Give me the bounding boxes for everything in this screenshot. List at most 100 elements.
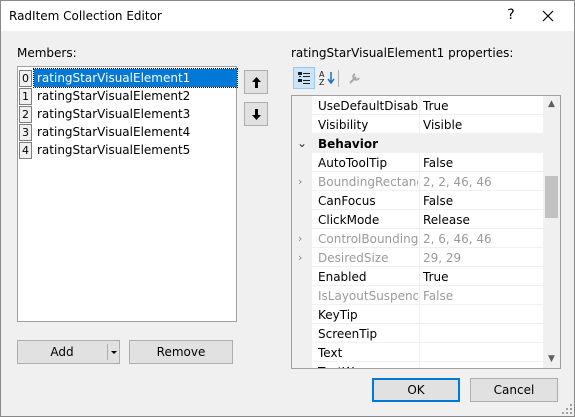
property-row[interactable]: AutoToolTip False <box>292 153 543 172</box>
property-name: ControlBoundingRectangle <box>318 232 418 246</box>
column-divider <box>419 96 420 115</box>
column-divider <box>419 343 420 362</box>
list-item[interactable]: 1 ratingStarVisualElement2 <box>18 87 236 105</box>
property-value[interactable]: Release <box>423 213 470 227</box>
property-row[interactable]: › DesiredSize 29, 29 <box>292 248 543 267</box>
alphabetical-button[interactable]: A Z <box>316 67 338 89</box>
row-gutter <box>292 343 312 362</box>
property-row[interactable]: › ControlBoundingRectangle 2, 6, 46, 46 <box>292 229 543 248</box>
property-name: AutoToolTip <box>318 156 388 170</box>
column-divider <box>419 305 420 324</box>
property-name: TextWrap <box>318 365 418 368</box>
item-name: ratingStarVisualElement5 <box>37 143 191 157</box>
property-name: Enabled <box>318 270 367 284</box>
property-name: Text <box>318 346 343 360</box>
categorized-button[interactable] <box>293 67 315 89</box>
row-gutter <box>292 267 312 286</box>
property-grid[interactable]: UseDefaultDisabledPaintTrueVisibilityVis… <box>291 95 561 369</box>
collection-editor-dialog: RadItem Collection Editor ? Members: 0 ra… <box>0 0 575 417</box>
item-index-badge: 4 <box>19 142 32 159</box>
window-title: RadItem Collection Editor <box>9 9 162 23</box>
expand-icon[interactable]: › <box>298 175 302 188</box>
property-row[interactable]: UseDefaultDisabledPaint True <box>292 96 543 115</box>
column-divider <box>419 267 420 286</box>
property-row[interactable]: TextWrap <box>292 362 543 368</box>
row-gutter <box>292 96 312 115</box>
item-name: ratingStarVisualElement2 <box>37 89 191 103</box>
add-dropdown-arrow[interactable] <box>110 341 118 370</box>
row-gutter <box>292 153 312 172</box>
property-row[interactable]: Text <box>292 343 543 362</box>
property-pages-button <box>344 67 366 89</box>
resize-grip-icon[interactable] <box>561 403 573 415</box>
property-value[interactable]: True <box>423 270 449 284</box>
close-icon <box>542 10 554 22</box>
column-divider <box>419 324 420 343</box>
property-name: ScreenTip <box>318 327 378 341</box>
property-row[interactable]: IsLayoutSuspended False <box>292 286 543 305</box>
scroll-thumb[interactable] <box>545 176 558 218</box>
column-divider <box>419 153 420 172</box>
list-item[interactable]: 2 ratingStarVisualElement3 <box>18 105 236 123</box>
item-name: ratingStarVisualElement4 <box>37 125 191 139</box>
ok-button[interactable]: OK <box>372 378 460 402</box>
property-value[interactable]: False <box>423 156 453 170</box>
column-divider <box>419 362 420 368</box>
list-item[interactable]: 3 ratingStarVisualElement4 <box>18 123 236 141</box>
split-divider <box>107 344 108 360</box>
property-row[interactable]: Visibility Visible <box>292 115 543 134</box>
item-index-badge: 0 <box>19 70 32 87</box>
row-gutter <box>292 324 312 343</box>
expand-icon[interactable]: › <box>298 251 302 264</box>
help-button[interactable]: ? <box>501 5 521 25</box>
property-row[interactable]: KeyTip <box>292 305 543 324</box>
property-name: IsLayoutSuspended <box>318 289 418 303</box>
move-down-button[interactable] <box>244 102 268 126</box>
sort-alphabetical-icon: A Z <box>319 70 335 87</box>
property-value: 2, 2, 46, 46 <box>423 175 492 189</box>
list-item[interactable]: 4 ratingStarVisualElement5 <box>18 141 236 159</box>
property-row[interactable]: › BoundingRectangle 2, 2, 46, 46 <box>292 172 543 191</box>
item-name: ratingStarVisualElement1 <box>33 68 238 88</box>
property-grid-toolbar: A Z <box>291 67 371 91</box>
remove-button[interactable]: Remove <box>129 340 233 364</box>
property-value[interactable]: Visible <box>423 118 462 132</box>
row-gutter <box>292 305 312 324</box>
toolbar-separator <box>338 70 339 87</box>
column-divider <box>419 286 420 305</box>
add-button[interactable]: Add <box>17 340 120 364</box>
close-button[interactable] <box>537 5 559 27</box>
property-row[interactable]: CanFocus False <box>292 191 543 210</box>
property-name: UseDefaultDisabledPaint <box>318 99 418 113</box>
add-button-label: Add <box>50 345 74 359</box>
property-value[interactable]: False <box>423 194 453 208</box>
property-name: ClickMode <box>318 213 380 227</box>
property-value: 29, 29 <box>423 251 462 265</box>
members-label: Members: <box>17 46 77 60</box>
property-name: CanFocus <box>318 194 376 208</box>
property-name: BoundingRectangle <box>318 175 418 189</box>
property-name: Visibility <box>318 118 369 132</box>
property-row[interactable]: Enabled True <box>292 267 543 286</box>
property-value[interactable]: True <box>423 99 449 113</box>
row-gutter <box>292 362 312 368</box>
property-grid-scrollbar[interactable]: ▲ ▼ <box>543 96 560 368</box>
arrow-down-icon <box>252 109 261 120</box>
move-up-button[interactable] <box>244 70 268 94</box>
members-list[interactable]: 0 ratingStarVisualElement1 1 ratingStarVisu… <box>17 66 238 322</box>
row-gutter <box>292 191 312 210</box>
list-item[interactable]: 0 ratingStarVisualElement1 <box>18 68 238 88</box>
scroll-up-icon[interactable]: ▲ <box>543 96 560 113</box>
property-row[interactable]: ClickMode Release <box>292 210 543 229</box>
column-divider <box>419 172 420 191</box>
properties-label: ratingStarVisualElement1 properties: <box>291 46 514 60</box>
column-divider <box>419 115 420 134</box>
cancel-button[interactable]: Cancel <box>470 378 558 402</box>
column-divider <box>419 210 420 229</box>
property-name: DesiredSize <box>318 251 389 265</box>
collapse-icon[interactable]: ⌄ <box>297 136 307 150</box>
scroll-down-icon[interactable]: ▼ <box>543 351 560 368</box>
property-row[interactable]: ScreenTip <box>292 324 543 343</box>
expand-icon[interactable]: › <box>298 232 302 245</box>
property-category[interactable]: ⌄ Behavior <box>292 134 543 153</box>
